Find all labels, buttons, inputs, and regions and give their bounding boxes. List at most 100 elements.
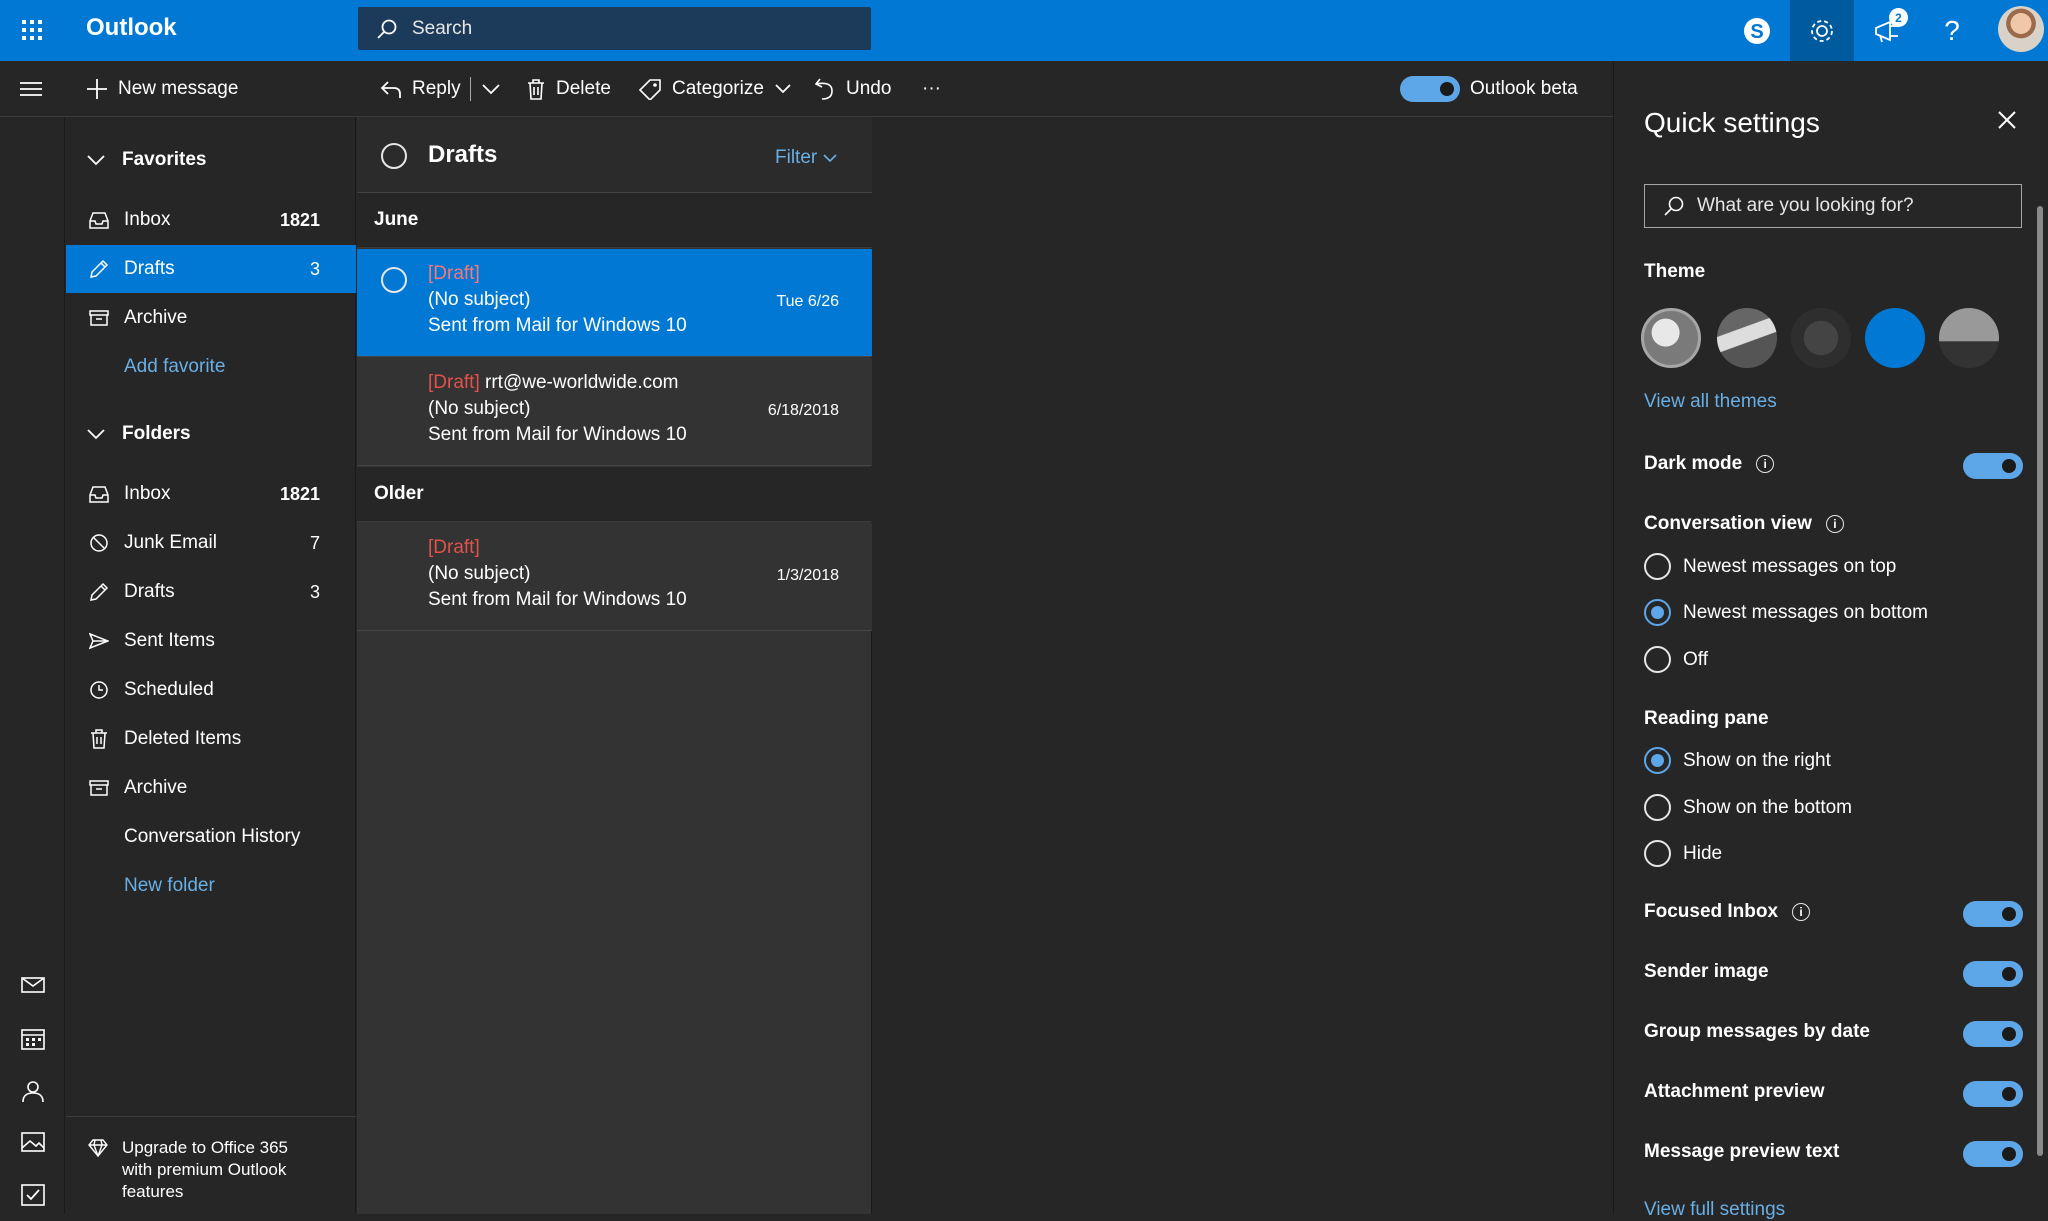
group-header-june[interactable]: June xyxy=(357,193,872,248)
search-input[interactable] xyxy=(412,17,812,40)
add-favorite-link[interactable]: Add favorite xyxy=(66,343,356,391)
radio-circle[interactable] xyxy=(1644,553,1671,580)
attachment-preview-toggle[interactable] xyxy=(1963,1081,2023,1107)
mail-icon[interactable] xyxy=(20,975,46,995)
info-icon[interactable]: i xyxy=(1825,515,1844,533)
tasks-icon[interactable] xyxy=(20,1183,46,1207)
settings-scrollbar[interactable] xyxy=(2037,206,2043,1156)
outlook-beta-toggle[interactable]: Outlook beta xyxy=(1400,61,1578,117)
folder-item-deleted[interactable]: Deleted Items xyxy=(66,715,356,763)
dark-mode-text: Dark mode xyxy=(1644,453,1743,474)
radio-circle[interactable] xyxy=(1644,794,1671,821)
beta-toggle-switch[interactable] xyxy=(1400,76,1460,102)
reading-pane-label: Reading pane xyxy=(1644,708,1769,729)
reading-pane xyxy=(873,117,1613,1214)
app-launcher-icon[interactable] xyxy=(14,12,50,48)
upgrade-banner[interactable]: Upgrade to Office 365 with premium Outlo… xyxy=(66,1116,356,1214)
filter-button[interactable]: Filter xyxy=(775,147,837,169)
message-sender-line: [Draft] rrt@we-worldwide.com xyxy=(428,372,679,394)
radio-circle[interactable] xyxy=(1644,840,1671,867)
message-sender-line: [Draft] xyxy=(428,537,480,559)
message-recipient: rrt@we-worldwide.com xyxy=(485,372,679,393)
ellipsis-icon: ··· xyxy=(922,78,941,99)
more-actions-button[interactable]: ··· xyxy=(922,61,941,117)
folder-item-drafts[interactable]: Drafts 3 xyxy=(66,568,356,616)
group-header-older[interactable]: Older xyxy=(357,467,872,522)
message-subject: (No subject) xyxy=(428,289,531,310)
pencil-icon xyxy=(88,582,110,602)
fav-item-archive[interactable]: Archive xyxy=(66,294,356,342)
fav-item-drafts[interactable]: Drafts 3 xyxy=(66,245,356,293)
add-favorite-label: Add favorite xyxy=(124,356,226,377)
focused-inbox-toggle[interactable] xyxy=(1963,901,2023,927)
close-icon[interactable] xyxy=(1996,109,2018,131)
folder-item-junk[interactable]: Junk Email 7 xyxy=(66,519,356,567)
people-icon[interactable] xyxy=(20,1079,46,1103)
folders-header[interactable]: Folders xyxy=(86,423,191,445)
radio-circle-selected[interactable] xyxy=(1644,747,1671,774)
help-icon[interactable]: ? xyxy=(1920,0,1984,61)
folder-item-conversation-history[interactable]: Conversation History xyxy=(66,813,356,861)
radio-conversation-off[interactable]: Off xyxy=(1644,646,1708,673)
select-all-checkbox[interactable] xyxy=(381,143,407,169)
search-box[interactable] xyxy=(358,7,871,50)
message-item[interactable]: [Draft] (No subject) Sent from Mail for … xyxy=(357,249,872,357)
fav-item-inbox[interactable]: Inbox 1821 xyxy=(66,196,356,244)
group-by-date-toggle[interactable] xyxy=(1963,1021,2023,1047)
radio-show-right[interactable]: Show on the right xyxy=(1644,747,1831,774)
new-folder-link[interactable]: New folder xyxy=(66,862,356,910)
info-icon[interactable]: i xyxy=(1756,455,1775,473)
message-checkbox[interactable] xyxy=(381,267,407,293)
favorites-header[interactable]: Favorites xyxy=(86,149,206,171)
message-preview-text-toggle[interactable] xyxy=(1963,1141,2023,1167)
app-title[interactable]: Outlook xyxy=(86,14,177,42)
archive-icon xyxy=(88,309,110,327)
settings-search-box[interactable] xyxy=(1644,184,2022,228)
sender-image-label: Sender image xyxy=(1644,961,1769,982)
calendar-icon[interactable] xyxy=(20,1027,46,1051)
categorize-button[interactable]: Categorize xyxy=(638,61,792,117)
theme-swatch-mountain[interactable] xyxy=(1717,308,1777,368)
dark-mode-toggle[interactable] xyxy=(1963,453,2023,479)
user-avatar[interactable] xyxy=(1998,6,2044,52)
info-icon[interactable]: i xyxy=(1792,903,1811,921)
folder-item-sent[interactable]: Sent Items xyxy=(66,617,356,665)
diamond-icon xyxy=(88,1139,108,1214)
radio-label: Show on the bottom xyxy=(1683,796,1852,818)
reply-options-button[interactable] xyxy=(470,61,501,117)
sender-image-toggle[interactable] xyxy=(1963,961,2023,987)
folder-item-inbox[interactable]: Inbox 1821 xyxy=(66,470,356,518)
inbox-icon xyxy=(88,485,110,503)
settings-search-input[interactable] xyxy=(1697,195,1997,217)
radio-show-bottom[interactable]: Show on the bottom xyxy=(1644,794,1852,821)
notifications-megaphone-icon[interactable]: 2 xyxy=(1855,0,1919,61)
view-all-themes-link[interactable]: View all themes xyxy=(1644,391,1777,413)
new-message-button[interactable]: New message xyxy=(86,61,238,117)
radio-newest-on-top[interactable]: Newest messages on top xyxy=(1644,553,1896,580)
radio-newest-on-bottom[interactable]: Newest messages on bottom xyxy=(1644,599,1928,626)
theme-swatch-blue[interactable] xyxy=(1865,308,1925,368)
reply-button[interactable]: Reply xyxy=(380,61,461,117)
undo-button[interactable]: Undo xyxy=(814,61,891,117)
theme-swatch-palms[interactable] xyxy=(1939,308,1999,368)
theme-swatch-dark-texture[interactable] xyxy=(1791,308,1851,368)
photos-icon[interactable] xyxy=(20,1131,46,1153)
settings-gear-icon[interactable] xyxy=(1790,0,1854,61)
theme-swatch-selected[interactable] xyxy=(1641,308,1701,368)
svg-text:S: S xyxy=(1750,21,1763,43)
radio-circle-selected[interactable] xyxy=(1644,599,1671,626)
reply-icon xyxy=(380,78,402,100)
folder-item-scheduled[interactable]: Scheduled xyxy=(66,666,356,714)
delete-button[interactable]: Delete xyxy=(526,61,611,117)
radio-hide[interactable]: Hide xyxy=(1644,840,1722,867)
message-preview-text-label: Message preview text xyxy=(1644,1141,1840,1162)
folder-junk-label: Junk Email xyxy=(124,532,217,553)
folder-item-archive[interactable]: Archive xyxy=(66,764,356,812)
radio-circle[interactable] xyxy=(1644,646,1671,673)
view-full-settings-link[interactable]: View full settings xyxy=(1644,1199,1785,1221)
skype-icon[interactable]: S xyxy=(1725,0,1789,61)
upgrade-text: Upgrade to Office 365 with premium Outlo… xyxy=(122,1138,289,1201)
message-item[interactable]: [Draft] (No subject) Sent from Mail for … xyxy=(357,523,872,631)
hamburger-menu-icon[interactable] xyxy=(18,79,44,99)
message-item[interactable]: [Draft] rrt@we-worldwide.com (No subject… xyxy=(357,358,872,466)
